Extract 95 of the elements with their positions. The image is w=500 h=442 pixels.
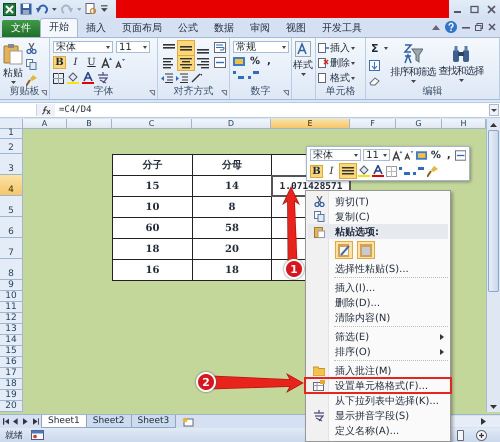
table-cell: 14 bbox=[192, 175, 272, 197]
row-header[interactable]: 14 bbox=[0, 335, 23, 346]
row-header[interactable]: 11 bbox=[0, 302, 23, 313]
column-header[interactable]: C bbox=[112, 119, 192, 129]
ribbon-tab[interactable]: 页面布局 bbox=[114, 20, 170, 37]
row-header[interactable]: 13 bbox=[0, 324, 23, 335]
font-name-dropdown[interactable]: 宋体 bbox=[53, 41, 113, 53]
menu-item[interactable]: 显示拼音字段(S) bbox=[308, 408, 448, 423]
row-header[interactable]: 10 bbox=[0, 291, 23, 302]
row-header[interactable]: 2 bbox=[0, 139, 23, 154]
comma-style-button[interactable]: , bbox=[444, 150, 453, 160]
column-header[interactable]: H bbox=[442, 119, 486, 129]
group-label: 剪贴板 bbox=[10, 84, 40, 98]
sheet-tab[interactable]: Sheet3 bbox=[130, 415, 176, 428]
cells-menu-button[interactable]: 插入 bbox=[318, 41, 355, 55]
menu-item[interactable]: 从下拉列表中选择(K)... bbox=[308, 393, 448, 408]
row-header[interactable]: 3 bbox=[0, 154, 23, 175]
row-header[interactable]: 17 bbox=[0, 368, 23, 379]
styles-button[interactable]: 样式 bbox=[293, 41, 313, 85]
group-label: 数字 bbox=[250, 84, 270, 98]
table-cell: 15 bbox=[112, 175, 193, 197]
column-header[interactable]: D bbox=[192, 119, 271, 129]
group-label: 对齐方式 bbox=[174, 84, 214, 98]
row-header[interactable]: 19 bbox=[0, 390, 23, 401]
column-header[interactable]: G bbox=[396, 119, 442, 129]
table-cell: 8 bbox=[192, 196, 272, 218]
row-header[interactable]: 20 bbox=[0, 401, 23, 412]
bold-button[interactable]: B bbox=[310, 164, 323, 178]
menu-item[interactable]: 清除内容(N) bbox=[308, 310, 448, 325]
group-label: 编辑 bbox=[422, 84, 442, 98]
font-name-dropdown[interactable]: 宋体 bbox=[310, 149, 362, 161]
sheet-tab[interactable]: Sheet1 bbox=[41, 415, 87, 428]
sheet-tab[interactable]: Sheet2 bbox=[86, 415, 132, 428]
table-cell: 18 bbox=[192, 259, 272, 281]
font-size-dropdown[interactable]: 11 bbox=[116, 41, 150, 53]
italic-button[interactable]: I bbox=[325, 164, 338, 178]
ribbon-tab[interactable]: 数据 bbox=[206, 20, 242, 37]
row-header[interactable]: 1 bbox=[0, 129, 23, 139]
ribbon-tab[interactable]: 公式 bbox=[170, 20, 206, 37]
status-text: 就绪 bbox=[5, 430, 23, 442]
paste-button[interactable]: 粘贴 bbox=[3, 42, 23, 84]
table-cell: 分母 bbox=[192, 154, 272, 176]
table-cell: 20 bbox=[192, 238, 272, 260]
row-header[interactable]: 9 bbox=[0, 280, 23, 291]
sort-filter-button[interactable]: 排序和筛选 bbox=[390, 44, 436, 82]
bold-button[interactable]: B bbox=[53, 56, 66, 69]
menu-item[interactable]: 剪切(T) bbox=[308, 194, 448, 209]
cells-menu-button[interactable]: 格式 bbox=[318, 71, 355, 85]
ribbon-tab[interactable]: 插入 bbox=[78, 20, 114, 37]
table-cell: 16 bbox=[112, 259, 193, 281]
row-header[interactable]: 4 bbox=[0, 175, 23, 196]
cells-menu-button[interactable]: 删除 bbox=[318, 56, 355, 70]
table-cell: 18 bbox=[112, 238, 193, 260]
ribbon-tab[interactable]: 开发工具 bbox=[314, 20, 370, 37]
group-label: 单元格 bbox=[326, 84, 356, 98]
row-header[interactable]: 16 bbox=[0, 357, 23, 368]
column-header[interactable]: B bbox=[67, 119, 112, 129]
table-cell: 10 bbox=[112, 196, 193, 218]
row-header[interactable]: 5 bbox=[0, 196, 23, 217]
file-tab[interactable]: 文件 bbox=[2, 20, 40, 37]
number-format-dropdown[interactable]: 常规 bbox=[233, 41, 289, 53]
column-header[interactable]: A bbox=[23, 119, 67, 129]
column-header[interactable]: E bbox=[271, 119, 350, 129]
group-label: 字体 bbox=[94, 84, 114, 98]
font-size-dropdown[interactable]: 11 bbox=[363, 149, 390, 161]
row-header[interactable]: 6 bbox=[0, 217, 23, 238]
menu-item[interactable]: 复制(C) bbox=[308, 209, 448, 224]
menu-item[interactable]: 排序(O) bbox=[308, 344, 448, 359]
menu-item[interactable]: 删除(D)... bbox=[308, 295, 448, 310]
ribbon-tab[interactable]: 审阅 bbox=[242, 20, 278, 37]
autosum-button[interactable]: Σ bbox=[369, 42, 381, 55]
menu-item[interactable]: 筛选(E) bbox=[308, 329, 448, 344]
italic-button[interactable]: I bbox=[69, 56, 82, 69]
percent-style-button[interactable]: % bbox=[428, 150, 443, 160]
row-header[interactable]: 18 bbox=[0, 379, 23, 390]
find-select-button[interactable]: 查找和选择 bbox=[438, 44, 484, 82]
ribbon-tab[interactable]: 开始 bbox=[40, 18, 78, 37]
comma-style-button[interactable]: , bbox=[265, 56, 273, 67]
row-header[interactable]: 7 bbox=[0, 238, 23, 259]
underline-button[interactable]: U bbox=[85, 56, 98, 69]
percent-style-button[interactable]: % bbox=[248, 56, 262, 67]
ribbon-tab[interactable]: 视图 bbox=[278, 20, 314, 37]
row-header[interactable]: 8 bbox=[0, 259, 23, 280]
menu-header: 粘贴选项: bbox=[308, 224, 448, 239]
table-cell: 分子 bbox=[112, 154, 193, 176]
menu-item[interactable]: 选择性粘贴(S)... bbox=[308, 261, 448, 276]
table-cell: 58 bbox=[192, 217, 272, 239]
menu-item[interactable]: 定义名称(A)... bbox=[308, 423, 448, 438]
menu-item[interactable]: 插入(I)... bbox=[308, 280, 448, 295]
menu-item[interactable]: 插入批注(M) bbox=[308, 363, 448, 378]
column-header[interactable]: F bbox=[350, 119, 396, 129]
row-header[interactable]: 15 bbox=[0, 346, 23, 357]
table-cell: 60 bbox=[112, 217, 193, 239]
menu-item[interactable]: 设置单元格格式(F)... bbox=[308, 378, 448, 393]
row-header[interactable]: 12 bbox=[0, 313, 23, 324]
